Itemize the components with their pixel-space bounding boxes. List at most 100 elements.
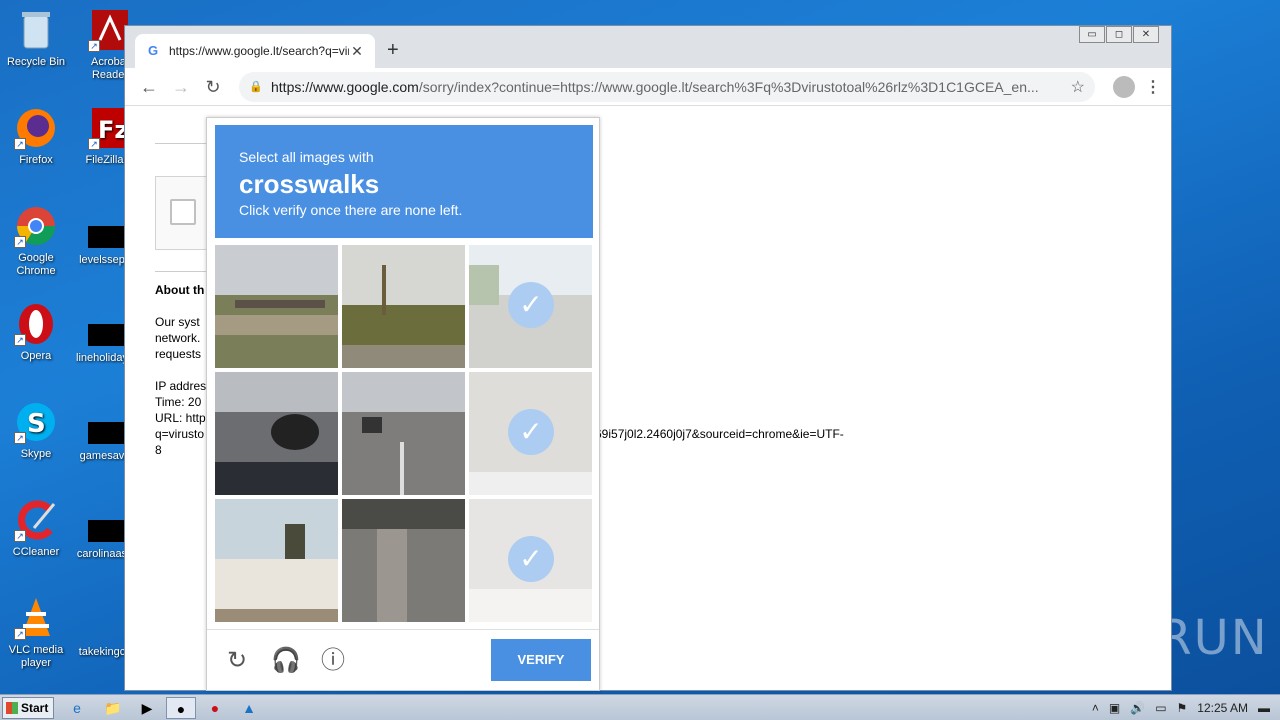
shortcut-arrow-icon: ↗: [14, 628, 26, 640]
forward-icon[interactable]: →: [167, 73, 195, 101]
clock[interactable]: 12:25 AM: [1197, 701, 1248, 715]
redacted-icon: [88, 226, 124, 248]
desktop-icon-label: Skype: [20, 448, 52, 460]
verify-button[interactable]: VERIFY: [491, 639, 591, 681]
profile-avatar-icon[interactable]: [1113, 75, 1135, 98]
recycle-bin-icon: [14, 8, 58, 52]
shortcut-arrow-icon: ↗: [14, 138, 26, 150]
firefox-icon: ↗: [14, 106, 58, 150]
reload-challenge-icon[interactable]: ↻: [223, 647, 251, 675]
restore-button[interactable]: ◻: [1106, 26, 1132, 43]
url-path: /sorry/index?continue=https://www.google…: [418, 78, 1039, 95]
bookmark-star-icon[interactable]: ☆: [1071, 77, 1085, 97]
tab-title: https://www.google.lt/search?q=vir: [169, 44, 349, 58]
captcha-tile[interactable]: ✓: [469, 372, 592, 495]
system-tray: ˄ ▣ 🔊 ▭ ⚑ 12:25 AM ▬: [1092, 695, 1280, 720]
captcha-instruction: Select all images with: [239, 149, 374, 165]
desktop-icon-label: carolinaas: [76, 548, 128, 560]
show-desktop-icon[interactable]: ▬: [1258, 701, 1270, 715]
start-button[interactable]: Start: [2, 697, 54, 719]
start-label: Start: [21, 701, 49, 715]
captcha-tile[interactable]: [215, 245, 338, 368]
captcha-tile[interactable]: [215, 372, 338, 495]
media-taskbar-icon[interactable]: ▶: [132, 697, 162, 719]
desktop-icon-label: VLC media player: [8, 644, 64, 669]
desktop-icon-firefox[interactable]: ↗ Firefox: [0, 106, 72, 167]
captcha-challenge: Select all images with crosswalks Click …: [206, 117, 600, 691]
captcha-tile[interactable]: ✓: [469, 499, 592, 622]
captcha-tile[interactable]: [342, 245, 465, 368]
app-taskbar-icon[interactable]: ▲: [234, 697, 264, 719]
shortcut-arrow-icon: ↗: [88, 40, 100, 52]
ie-taskbar-icon[interactable]: e: [62, 697, 92, 719]
time-line: Time: 20: [155, 395, 202, 409]
shortcut-arrow-icon: ↗: [88, 138, 100, 150]
google-favicon-icon: G: [147, 43, 159, 58]
lock-icon: 🔒: [249, 81, 263, 93]
redacted-icon: [88, 520, 124, 542]
opera-icon: ↗: [14, 302, 58, 346]
url-host: https://www.google.com: [271, 78, 419, 95]
desktop-icon-opera[interactable]: ↗ Opera: [0, 302, 72, 363]
chrome-icon: ↗: [14, 204, 58, 248]
para-line: network.: [155, 331, 201, 345]
shortcut-arrow-icon: ↗: [14, 334, 26, 346]
desktop-icon-label: takekingc: [78, 646, 126, 658]
reload-icon[interactable]: ↻: [199, 73, 227, 101]
query-line: q=virusto: [155, 427, 205, 441]
new-tab-icon[interactable]: +: [387, 40, 399, 60]
redacted-icon: [88, 422, 124, 444]
desktop-icon-label: levelssep: [79, 254, 125, 266]
tab-close-icon[interactable]: ✕: [349, 43, 365, 60]
title-bar: G https://www.google.lt/search?q=vir ✕ +…: [125, 26, 1171, 68]
shortcut-arrow-icon: ↗: [14, 530, 26, 542]
desktop-icon-vlc[interactable]: ↗ VLC media player: [0, 596, 72, 670]
captcha-tile[interactable]: [342, 499, 465, 622]
desktop-icon-label: gamesav: [79, 450, 125, 462]
address-bar[interactable]: 🔒 https://www.google.com/sorry/index?con…: [239, 71, 1095, 102]
headphones-icon[interactable]: 🎧: [271, 647, 301, 675]
opera-taskbar-icon[interactable]: ●: [200, 697, 230, 719]
desktop-icon-label: lineholiday: [76, 352, 128, 364]
volume-icon[interactable]: 🔊: [1130, 701, 1145, 715]
desktop-icon-label: Recycle Bin: [6, 56, 66, 68]
url-text: https://www.google.com/sorry/index?conti…: [271, 79, 1071, 95]
query-line-end: 8: [155, 443, 162, 457]
recaptcha-checkbox[interactable]: [170, 199, 196, 225]
desktop-icon-recycle-bin[interactable]: Recycle Bin: [0, 8, 72, 69]
desktop-icon-skype[interactable]: S ↗ Skype: [0, 400, 72, 461]
captcha-subtext: Click verify once there are none left.: [239, 202, 463, 218]
ccleaner-icon: ↗: [14, 498, 58, 542]
para-line: requests: [155, 347, 202, 361]
captcha-header: Select all images with crosswalks Click …: [215, 125, 593, 238]
captcha-image-grid: ✓ ✓ ✓: [215, 245, 593, 623]
desktop-icon-ccleaner[interactable]: ↗ CCleaner: [0, 498, 72, 559]
display-icon[interactable]: ▭: [1155, 701, 1166, 715]
shortcut-arrow-icon: ↗: [14, 432, 26, 444]
desktop-icon-chrome[interactable]: ↗ Google Chrome: [0, 204, 72, 278]
close-window-button[interactable]: ✕: [1133, 26, 1159, 43]
menu-dots-icon[interactable]: ⋮: [1145, 77, 1161, 97]
captcha-tile[interactable]: [342, 372, 465, 495]
back-icon[interactable]: ←: [135, 73, 163, 101]
network-tray-icon[interactable]: ▣: [1109, 701, 1120, 715]
info-icon[interactable]: ⓘ: [319, 647, 347, 675]
chrome-taskbar-icon[interactable]: ●: [166, 697, 196, 719]
desktop-icon-label: Firefox: [19, 154, 53, 166]
flag-icon[interactable]: ⚑: [1177, 701, 1188, 715]
vlc-icon: ↗: [14, 596, 58, 640]
browser-tab[interactable]: G https://www.google.lt/search?q=vir ✕: [135, 34, 375, 68]
captcha-tile[interactable]: [215, 499, 338, 622]
selected-check-icon: ✓: [508, 282, 554, 328]
window-controls: ▭ ◻ ✕: [1078, 26, 1159, 43]
minimize-button[interactable]: ▭: [1079, 26, 1105, 43]
captcha-tile[interactable]: ✓: [469, 245, 592, 368]
explorer-taskbar-icon[interactable]: 📁: [98, 697, 128, 719]
redacted-icon: [88, 324, 124, 346]
url-line: URL: http: [155, 411, 206, 425]
captcha-footer: ↻ 🎧 ⓘ VERIFY: [207, 629, 599, 690]
para-line: Our syst: [155, 315, 200, 329]
tray-arrow-icon[interactable]: ˄: [1092, 701, 1099, 715]
taskbar: Start e 📁 ▶ ● ● ▲ ˄ ▣ 🔊 ▭ ⚑ 12:25 AM ▬: [0, 694, 1280, 720]
ip-line: IP addres: [155, 379, 207, 393]
